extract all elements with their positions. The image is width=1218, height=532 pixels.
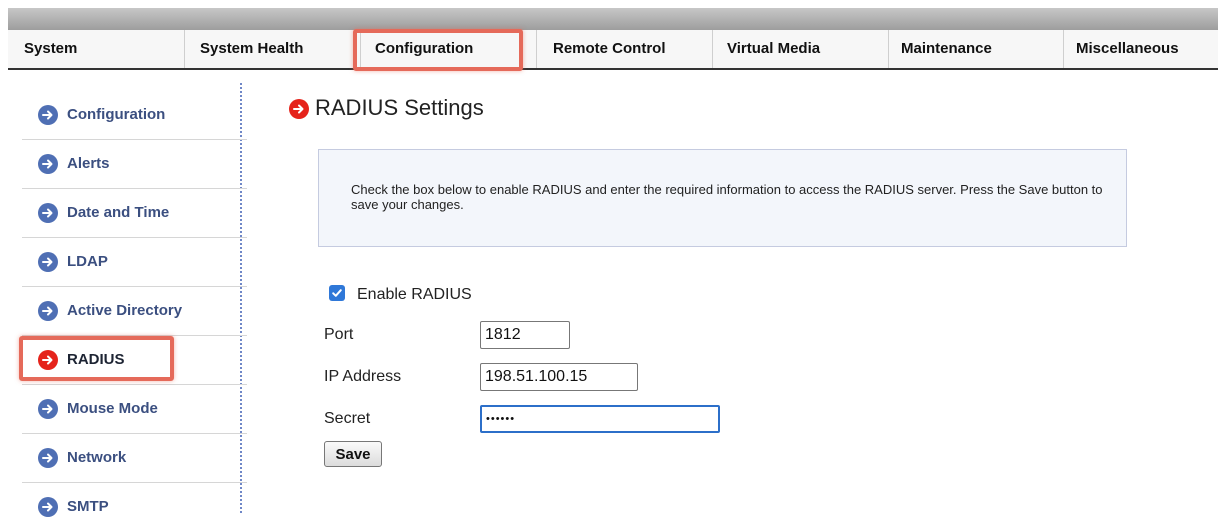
arrow-right-circle-icon — [38, 301, 58, 321]
nav-label: System — [24, 40, 78, 57]
sidebar-item-active-directory[interactable]: Active Directory — [22, 287, 247, 336]
nav-virtual-media[interactable]: Virtual Media — [713, 30, 889, 68]
sidebar-item-label: Network — [67, 449, 127, 466]
sidebar-item-mouse-mode[interactable]: Mouse Mode — [22, 385, 247, 434]
nav-system[interactable]: System — [8, 30, 185, 68]
nav-miscellaneous[interactable]: Miscellaneous — [1064, 30, 1218, 68]
sidebar-item-label: Active Directory — [67, 302, 183, 319]
top-banner — [8, 8, 1218, 30]
page-title: RADIUS Settings — [315, 95, 484, 120]
sidebar-item-smtp[interactable]: SMTP — [22, 483, 247, 532]
arrow-right-circle-icon — [38, 252, 58, 272]
port-label: Port — [324, 326, 354, 343]
save-button[interactable]: Save — [324, 441, 382, 467]
nav-configuration-highlight — [353, 29, 523, 71]
nav-remote-control[interactable]: Remote Control — [537, 30, 713, 68]
nav-label: Remote Control — [553, 40, 666, 57]
info-text: Check the box below to enable RADIUS and… — [351, 182, 1103, 212]
arrow-right-circle-icon — [289, 99, 309, 119]
ip-address-input[interactable] — [480, 363, 638, 391]
enable-radius-checkbox[interactable] — [329, 285, 345, 301]
sidebar-item-label: Date and Time — [67, 204, 170, 221]
sidebar-item-ldap[interactable]: LDAP — [22, 238, 247, 287]
arrow-right-circle-icon — [38, 154, 58, 174]
info-box: Check the box below to enable RADIUS and… — [318, 149, 1127, 247]
sidebar-item-label: Mouse Mode — [67, 400, 158, 417]
nav-label: Miscellaneous — [1076, 40, 1179, 57]
checkmark-icon — [332, 289, 342, 297]
sidebar-item-network[interactable]: Network — [22, 434, 247, 483]
sidebar-item-label: Alerts — [67, 155, 110, 172]
secret-label: Secret — [324, 410, 371, 427]
nav-label: System Health — [200, 40, 304, 57]
port-input[interactable] — [480, 321, 570, 349]
sidebar-item-alerts[interactable]: Alerts — [22, 140, 247, 189]
sidebar-item-label: Configuration — [67, 106, 166, 123]
sidebar: Configuration Alerts Date and Time LDAP … — [22, 91, 247, 532]
arrow-right-circle-icon — [38, 399, 58, 419]
ip-address-label: IP Address — [324, 368, 402, 385]
sidebar-item-label: SMTP — [67, 498, 109, 515]
sidebar-item-label: LDAP — [67, 253, 108, 270]
nav-system-health[interactable]: System Health — [185, 30, 361, 68]
nav-maintenance[interactable]: Maintenance — [889, 30, 1064, 68]
sidebar-item-date-and-time[interactable]: Date and Time — [22, 189, 247, 238]
nav-label: Maintenance — [901, 40, 992, 57]
arrow-right-circle-icon — [38, 105, 58, 125]
secret-input[interactable] — [480, 405, 720, 433]
arrow-right-circle-icon — [38, 203, 58, 223]
sidebar-radius-highlight — [19, 336, 174, 381]
main-nav: System System Health Configuration Remot… — [8, 30, 1218, 70]
enable-radius-label: Enable RADIUS — [357, 286, 472, 303]
arrow-right-circle-icon — [38, 448, 58, 468]
sidebar-item-configuration[interactable]: Configuration — [22, 91, 247, 140]
arrow-right-circle-icon — [38, 497, 58, 517]
nav-label: Virtual Media — [727, 40, 821, 57]
